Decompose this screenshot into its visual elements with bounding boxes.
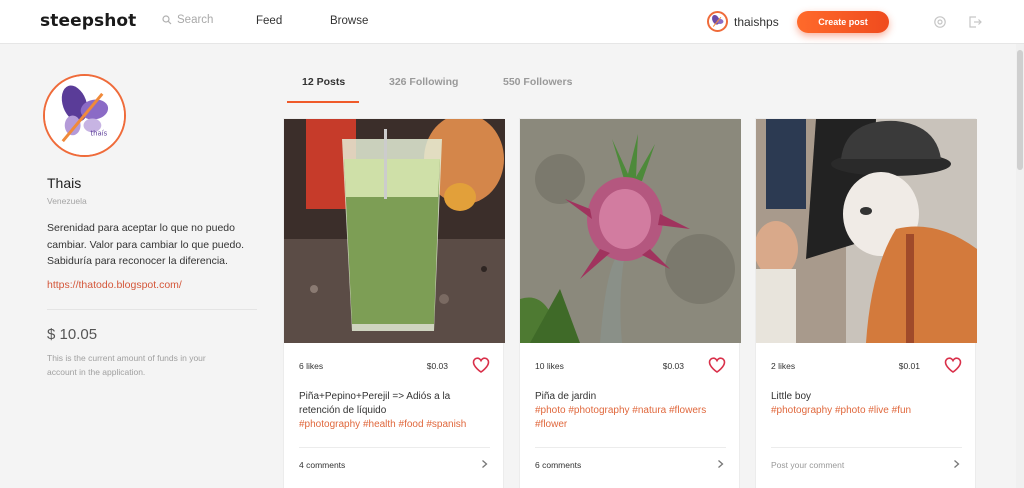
search-placeholder[interactable]: Search xyxy=(177,14,213,26)
post-title-text: Piña+Pepino+Perejil => Adiós a la retenc… xyxy=(299,391,451,416)
nav-feed-link[interactable]: Feed xyxy=(256,15,282,27)
divider xyxy=(771,447,962,448)
post-card[interactable]: 6 likes $0.03 Piña+Pepino+Perejil => Adi… xyxy=(283,118,505,488)
wallet-balance: $ 10.05 xyxy=(47,325,98,343)
post-payout: $0.01 xyxy=(898,361,920,371)
post-title-text: Piña de jardin xyxy=(535,391,597,402)
likes-count[interactable]: 2 likes xyxy=(771,361,795,371)
tab-posts[interactable]: 12 Posts xyxy=(302,76,345,88)
comments-link[interactable]: 4 comments xyxy=(299,460,345,470)
post-card[interactable]: 2 likes $0.01 Little boy #photography #p… xyxy=(755,118,977,488)
divider xyxy=(299,447,490,448)
profile-location: Venezuela xyxy=(47,196,87,206)
search-icon xyxy=(162,15,172,25)
post-card[interactable]: 10 likes $0.03 Piña de jardin #photo #ph… xyxy=(519,118,741,488)
scrollbar-thumb[interactable] xyxy=(1017,50,1023,170)
post-tags[interactable]: #photography #photo #live #fun xyxy=(771,405,911,416)
nav-browse-link[interactable]: Browse xyxy=(330,15,368,27)
username-label[interactable]: thaishps xyxy=(734,15,779,29)
chevron-right-icon[interactable] xyxy=(953,459,960,469)
likes-count[interactable]: 10 likes xyxy=(535,361,564,371)
profile-name: Thais xyxy=(47,175,82,191)
post-tags[interactable]: #photo #photography #natura #flowers #fl… xyxy=(535,405,706,430)
profile-avatar: thaís xyxy=(43,74,126,157)
post-image-green-juice[interactable] xyxy=(284,119,505,343)
post-title: Little boy #photography #photo #live #fu… xyxy=(771,390,966,418)
steepshot-logo[interactable]: steepshot xyxy=(40,11,136,31)
likes-count[interactable]: 6 likes xyxy=(299,361,323,371)
logout-icon[interactable] xyxy=(968,15,982,29)
butterfly-logo-image: thaís xyxy=(45,76,124,155)
create-post-button[interactable]: Create post xyxy=(797,11,889,33)
post-title-text: Little boy xyxy=(771,391,812,402)
heart-icon[interactable] xyxy=(472,357,490,373)
profile-website-link[interactable]: https://thatodo.blogspot.com/ xyxy=(47,279,259,291)
chevron-right-icon[interactable] xyxy=(717,459,724,469)
gear-icon[interactable] xyxy=(933,15,947,29)
heart-icon[interactable] xyxy=(944,357,962,373)
post-image-little-boy[interactable] xyxy=(756,119,977,343)
post-title: Piña de jardin #photo #photography #natu… xyxy=(535,390,730,432)
post-payout: $0.03 xyxy=(426,361,448,371)
page-scrollbar[interactable] xyxy=(1016,44,1024,488)
post-title: Piña+Pepino+Perejil => Adiós a la retenc… xyxy=(299,390,494,432)
top-navigation-bar: steepshot Search Feed Browse thaishps Cr… xyxy=(0,0,1024,44)
search-box[interactable]: Search xyxy=(162,14,213,26)
active-tab-indicator xyxy=(287,101,359,103)
tab-following[interactable]: 326 Following xyxy=(389,76,458,88)
post-payout: $0.03 xyxy=(662,361,684,371)
avatar[interactable] xyxy=(707,11,728,32)
balance-note: This is the current amount of funds in y… xyxy=(47,352,206,377)
tab-followers[interactable]: 550 Followers xyxy=(503,76,572,88)
comment-input-prompt[interactable]: Post your comment xyxy=(771,460,844,470)
divider xyxy=(47,308,257,310)
svg-text:thaís: thaís xyxy=(90,129,107,137)
comments-link[interactable]: 6 comments xyxy=(535,460,581,470)
profile-bio: Serenidad para aceptar lo que no puedo c… xyxy=(47,222,245,267)
chevron-right-icon[interactable] xyxy=(481,459,488,469)
post-tags[interactable]: #photography #health #food #spanish xyxy=(299,419,466,430)
post-image-pineapple-flower[interactable] xyxy=(520,119,741,343)
heart-icon[interactable] xyxy=(708,357,726,373)
user-menu[interactable]: thaishps xyxy=(707,11,779,32)
profile-sidebar: thaís Thais Venezuela Serenidad para ace… xyxy=(43,74,259,379)
divider xyxy=(535,447,726,448)
